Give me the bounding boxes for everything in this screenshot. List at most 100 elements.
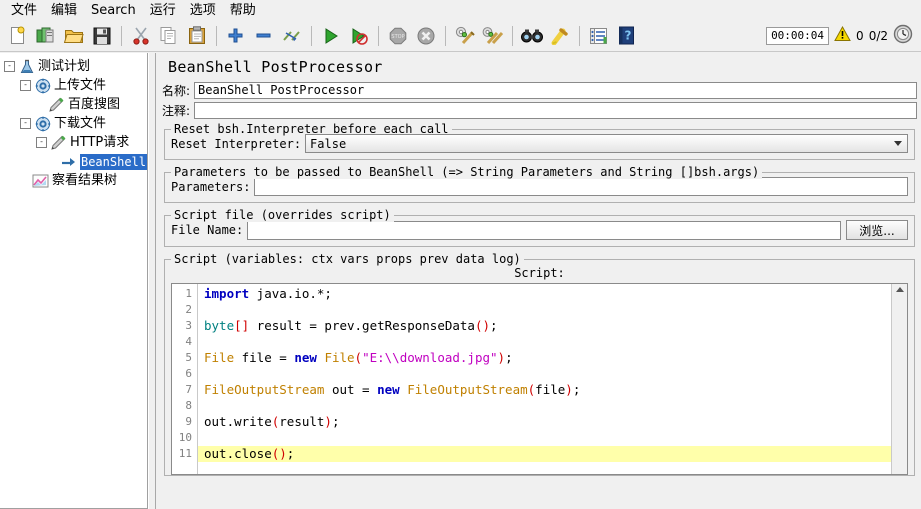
editor-code-line[interactable]: FileOutputStream out = new FileOutputStr… xyxy=(198,382,891,398)
tree-node-3[interactable]: - 下载文件 xyxy=(0,114,147,133)
tree-node-label: 测试计划 xyxy=(38,58,91,74)
reset-interpreter-label: Reset Interpreter: xyxy=(171,136,302,151)
editor-line-number: 1 xyxy=(185,287,192,300)
toolbar-separator xyxy=(311,25,312,46)
menu-bar: 文件 编辑 Search 运行 选项 帮助 xyxy=(0,0,921,20)
svg-text:STOP: STOP xyxy=(391,34,404,40)
editor-code-line[interactable] xyxy=(198,302,891,318)
scroll-up-icon[interactable] xyxy=(895,287,904,292)
script-group: Script (variables: ctx vars props prev d… xyxy=(164,252,915,476)
warning-icon[interactable] xyxy=(834,25,851,45)
menu-item-1[interactable]: 编辑 xyxy=(44,1,84,20)
thread-group-icon xyxy=(34,116,51,132)
view-results-tree-icon xyxy=(32,173,49,189)
editor-code-line[interactable]: byte[] result = prev.getResponseData(); xyxy=(198,318,891,334)
expand-icon[interactable] xyxy=(222,22,249,50)
toolbar-separator xyxy=(121,25,122,46)
reset-interpreter-value: False xyxy=(310,136,347,151)
script-file-group: Script file (overrides script) File Name… xyxy=(164,208,915,247)
script-caption: Script: xyxy=(514,266,565,280)
search-icon[interactable] xyxy=(518,22,545,50)
editor-code-line[interactable] xyxy=(198,430,891,446)
element-config-panel: BeanShell PostProcessor 名称: 注释: Reset bs… xyxy=(156,53,921,509)
new-icon[interactable] xyxy=(4,22,31,50)
clear-all-icon[interactable] xyxy=(479,22,506,50)
editor-vertical-scrollbar[interactable] xyxy=(891,284,907,474)
paste-icon[interactable] xyxy=(183,22,210,50)
clear-icon[interactable] xyxy=(451,22,478,50)
stop-icon[interactable]: STOP xyxy=(384,22,411,50)
reset-interpreter-select[interactable]: False xyxy=(305,134,908,153)
menu-item-2[interactable]: Search xyxy=(84,1,143,20)
editor-code-line[interactable] xyxy=(198,398,891,414)
browse-button[interactable]: 浏览... xyxy=(846,220,908,240)
tree-expand-toggle[interactable]: - xyxy=(36,137,47,148)
open-icon[interactable] xyxy=(60,22,87,50)
chevron-down-icon xyxy=(894,141,902,146)
editor-code-area[interactable]: import java.io.*; byte[] result = prev.g… xyxy=(198,284,891,474)
menu-item-4[interactable]: 选项 xyxy=(183,1,223,20)
tree-expand-toggle[interactable]: - xyxy=(20,80,31,91)
split-divider[interactable] xyxy=(148,53,156,509)
name-input[interactable] xyxy=(194,82,917,99)
script-editor[interactable]: 1 2 3 4 5 6 7 8 9 10 11 import java.io.*; byte[] r… xyxy=(171,283,908,475)
toggle-icon[interactable] xyxy=(278,22,305,50)
menu-item-0[interactable]: 文件 xyxy=(4,1,44,20)
menu-item-3[interactable]: 运行 xyxy=(143,1,183,20)
file-name-input[interactable] xyxy=(247,220,841,240)
help-icon[interactable]: ? xyxy=(613,22,640,50)
tree-node-5[interactable]: BeanShell xyxy=(0,152,147,171)
comment-row: 注释: xyxy=(162,102,917,119)
tree-node-label: 察看结果树 xyxy=(52,172,118,188)
function-helper-icon[interactable] xyxy=(585,22,612,50)
toolbar-separator xyxy=(445,25,446,46)
start-icon[interactable] xyxy=(317,22,344,50)
tree-node-label: BeanShell xyxy=(79,153,147,170)
tree-expand-toggle[interactable]: - xyxy=(20,118,31,129)
test-plan-tree[interactable]: - 测试计划 - 上传文件 百度搜图 - 下载文件 - HTTP请求 BeanShell 察看结果树 xyxy=(0,53,147,190)
clock-icon[interactable] xyxy=(893,24,913,47)
toolbar-separator xyxy=(579,25,580,46)
copy-icon[interactable] xyxy=(155,22,182,50)
editor-line-number: 6 xyxy=(185,367,192,380)
toolbar: STOP? 00:00:04 0 0/2 xyxy=(0,20,921,52)
editor-code-line[interactable]: File file = new File("E:\\download.jpg")… xyxy=(198,350,891,366)
collapse-icon[interactable] xyxy=(250,22,277,50)
reset-search-icon[interactable] xyxy=(546,22,573,50)
script-group-title: Script (variables: ctx vars props prev d… xyxy=(171,252,524,266)
script-file-group-title: Script file (overrides script) xyxy=(171,208,394,222)
tree-node-0[interactable]: - 测试计划 xyxy=(0,57,147,76)
tree-node-label: 百度搜图 xyxy=(68,96,121,112)
toolbar-separator xyxy=(378,25,379,46)
file-name-label: File Name: xyxy=(171,223,244,237)
name-label: 名称: xyxy=(162,84,191,98)
tree-expand-toggle[interactable]: - xyxy=(4,61,15,72)
editor-line-number: 5 xyxy=(185,351,192,364)
name-row: 名称: xyxy=(162,82,917,99)
start-no-pauses-icon[interactable] xyxy=(345,22,372,50)
test-plan-icon xyxy=(18,59,35,75)
save-icon[interactable] xyxy=(88,22,115,50)
test-plan-tree-panel[interactable]: - 测试计划 - 上传文件 百度搜图 - 下载文件 - HTTP请求 BeanShell 察看结果树 xyxy=(0,53,148,509)
tree-node-label: 下载文件 xyxy=(54,115,107,131)
main-split: - 测试计划 - 上传文件 百度搜图 - 下载文件 - HTTP请求 BeanShell 察看结果树… xyxy=(0,53,921,509)
parameters-input[interactable] xyxy=(254,177,908,196)
editor-code-line[interactable]: out.close(); xyxy=(198,446,891,462)
editor-code-line[interactable] xyxy=(198,366,891,382)
menu-item-5[interactable]: 帮助 xyxy=(223,1,263,20)
editor-code-line[interactable]: import java.io.*; xyxy=(198,286,891,302)
editor-line-number: 3 xyxy=(185,319,192,332)
warning-count: 0 xyxy=(856,28,864,43)
templates-icon[interactable] xyxy=(32,22,59,50)
cut-icon[interactable] xyxy=(127,22,154,50)
tree-node-6[interactable]: 察看结果树 xyxy=(0,171,147,190)
thread-group-icon xyxy=(34,78,51,94)
shutdown-icon[interactable] xyxy=(412,22,439,50)
tree-node-1[interactable]: - 上传文件 xyxy=(0,76,147,95)
editor-code-line[interactable] xyxy=(198,334,891,350)
tree-node-2[interactable]: 百度搜图 xyxy=(0,95,147,114)
tree-node-label: 上传文件 xyxy=(54,77,107,93)
tree-node-4[interactable]: - HTTP请求 xyxy=(0,133,147,152)
comment-input[interactable] xyxy=(194,102,917,119)
editor-code-line[interactable]: out.write(result); xyxy=(198,414,891,430)
